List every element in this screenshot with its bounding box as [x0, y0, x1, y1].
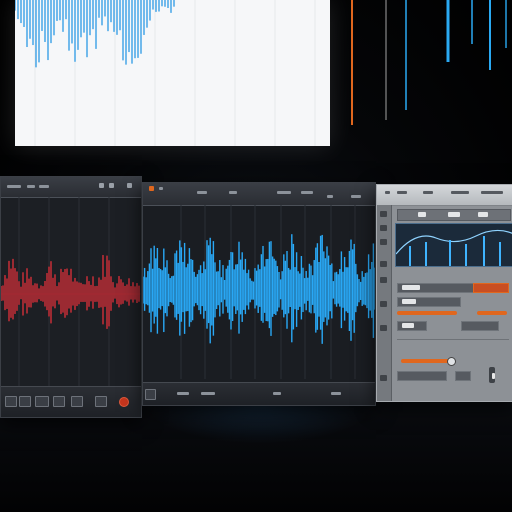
parameter-row[interactable]: [397, 321, 427, 331]
mixer-tool-sidebar: [377, 205, 392, 401]
fader-knob[interactable]: [492, 373, 495, 379]
left-window-toolbar: [1, 177, 141, 198]
record-arm-icon[interactable]: [149, 186, 154, 191]
background-meter-strip: [340, 0, 512, 140]
right-window-toolbar: [377, 185, 512, 206]
settings-icon[interactable]: [127, 183, 132, 188]
toolbar-tool-icon[interactable]: [351, 195, 361, 198]
red-waveform: [1, 197, 141, 391]
timecode-icon: [331, 392, 341, 395]
left-editor-window: [0, 176, 142, 418]
spectrum-graph: [396, 229, 512, 266]
orange-slider[interactable]: [401, 359, 451, 363]
equalizer-icon[interactable]: [380, 211, 387, 217]
blue-waveform: [143, 205, 375, 379]
center-track-area[interactable]: [143, 205, 375, 379]
band-marker: [448, 212, 460, 217]
rewind-button[interactable]: [5, 396, 17, 407]
divider: [397, 339, 509, 340]
toolbar-tool-icon[interactable]: [229, 191, 237, 194]
record-button[interactable]: [119, 397, 129, 407]
spectrum-display[interactable]: [395, 223, 512, 267]
stop-button[interactable]: [35, 396, 49, 407]
toolbar-tool-icon[interactable]: [301, 191, 313, 194]
spectrum-header: [397, 209, 511, 221]
play-button[interactable]: [19, 396, 31, 407]
fader-icon[interactable]: [380, 225, 387, 231]
toolbar-tool-icon[interactable]: [27, 185, 35, 188]
toolbar-tool-icon[interactable]: [39, 185, 49, 188]
orange-slider[interactable]: [477, 311, 507, 315]
band-marker: [478, 212, 488, 217]
toolbar-tool-icon[interactable]: [327, 195, 333, 198]
screen-reflection: [145, 404, 375, 444]
loop-button[interactable]: [53, 396, 65, 407]
toolbar-tool-icon[interactable]: [109, 183, 114, 188]
output-icon[interactable]: [380, 325, 387, 331]
toolbar-tool-icon[interactable]: [159, 187, 163, 190]
plugin-icon[interactable]: [380, 239, 387, 245]
slider-knob[interactable]: [447, 357, 456, 366]
right-mixer-window: [376, 184, 512, 402]
parameter-row[interactable]: [397, 371, 447, 381]
toolbar-tool-icon[interactable]: [197, 191, 207, 194]
background-monitor: [15, 0, 330, 146]
parameter-value[interactable]: [473, 283, 509, 293]
timecode-icon: [201, 392, 215, 395]
toolbar-tool-icon[interactable]: [385, 191, 390, 194]
left-track-area[interactable]: [1, 197, 141, 391]
menu-icon[interactable]: [7, 185, 21, 188]
center-transport-bar: [143, 382, 375, 405]
band-marker: [418, 212, 426, 217]
timecode-icon: [273, 392, 281, 395]
center-window-toolbar: [143, 183, 375, 206]
parameter-label: [402, 323, 414, 328]
toolbar-tool-icon[interactable]: [397, 191, 407, 194]
parameter-label: [402, 285, 420, 290]
send-icon[interactable]: [380, 301, 387, 307]
center-editor-window: [142, 182, 376, 406]
left-transport-bar: [1, 386, 141, 417]
toolbar-tool-icon[interactable]: [277, 191, 291, 194]
daw-scene: [0, 0, 512, 512]
routing-icon[interactable]: [380, 261, 387, 267]
marker-button[interactable]: [95, 396, 107, 407]
timecode-icon: [177, 392, 189, 395]
parameter-label: [402, 299, 416, 304]
background-waveform: [15, 0, 316, 146]
parameter-row[interactable]: [397, 297, 461, 307]
toolbar-tool-icon[interactable]: [423, 191, 433, 194]
effects-icon[interactable]: [380, 277, 387, 283]
parameter-row[interactable]: [461, 321, 499, 331]
forward-button[interactable]: [71, 396, 83, 407]
toolbar-tool-icon[interactable]: [99, 183, 104, 188]
parameter-row[interactable]: [455, 371, 471, 381]
orange-slider[interactable]: [397, 311, 457, 315]
toolbar-tool-icon[interactable]: [451, 191, 469, 194]
settings-icon[interactable]: [380, 375, 387, 381]
loop-button[interactable]: [145, 389, 156, 400]
toolbar-tool-icon[interactable]: [481, 191, 503, 194]
